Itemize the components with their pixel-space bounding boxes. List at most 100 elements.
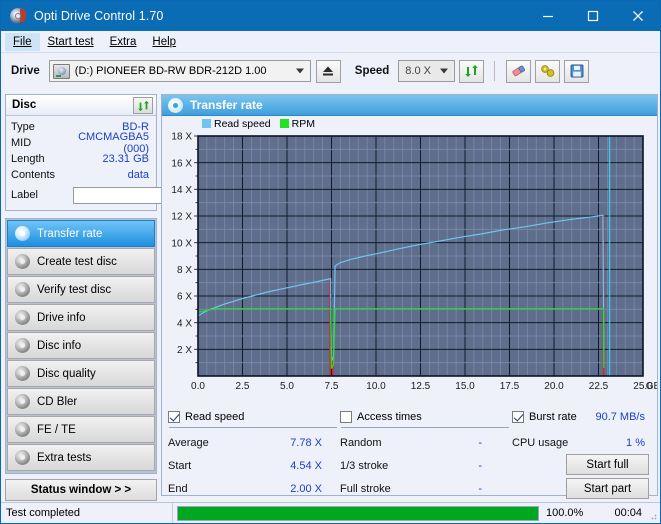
sidebar-item-transfer-rate[interactable]: Transfer rate	[7, 220, 155, 247]
sidebar-item-cd-bler[interactable]: CD Bler	[7, 388, 155, 415]
disc-icon	[15, 422, 30, 437]
progress-bar-fill	[178, 507, 538, 520]
sidebar-item-drive-info[interactable]: Drive info	[7, 304, 155, 331]
divider	[169, 427, 337, 428]
cpu-usage-value: 1 %	[626, 437, 649, 449]
window-title: Opti Drive Control 1.70	[34, 9, 163, 23]
x-tick-label: 17.5	[500, 381, 520, 392]
divider	[341, 427, 509, 428]
menu-help-label: Help	[152, 36, 176, 48]
sidebar-item-label: Verify test disc	[37, 284, 111, 296]
window-controls	[525, 1, 660, 31]
speed-label: Speed	[355, 65, 390, 77]
disc-mid-value: CMCMAGBA5 (000)	[73, 131, 151, 155]
sidebar-item-create-test-disc[interactable]: Create test disc	[7, 248, 155, 275]
disc-icon	[168, 98, 183, 113]
x-tick-label: 22.5	[589, 381, 609, 392]
sidebar-item-disc-quality[interactable]: Disc quality	[7, 360, 155, 387]
y-tick-label: 2 X	[177, 345, 192, 356]
menu-help[interactable]: Help	[144, 33, 184, 51]
title-bar: Opti Drive Control 1.70	[1, 1, 660, 31]
disc-mid-key: MID	[11, 137, 73, 149]
menu-extra[interactable]: Extra	[102, 33, 145, 51]
chevron-down-icon	[296, 69, 304, 74]
checkbox-icon[interactable]	[512, 411, 524, 423]
one-third-stroke-value: -	[478, 460, 512, 472]
disc-row-label: Label	[11, 184, 151, 206]
sidebar-nav: Transfer rate Create test disc Verify te…	[5, 218, 157, 474]
access-times-column: Access times Random - 1/3 stroke - Full …	[340, 408, 512, 502]
statistics-area: Read speed Average 7.78 X Start 4.54 X E…	[162, 408, 657, 502]
full-stroke-key: Full stroke	[340, 483, 478, 495]
refresh-button[interactable]	[459, 60, 484, 83]
status-window-wrap: Status window > >	[5, 479, 157, 501]
sidebar-item-fe-te[interactable]: FE / TE	[7, 416, 155, 443]
read-speed-check-label: Read speed	[185, 411, 244, 423]
drive-toolbar: Drive (D:) PIONEER BD-RW BDR-212D 1.00 S…	[1, 56, 660, 86]
eject-button[interactable]	[316, 60, 341, 83]
minimize-icon[interactable]	[525, 1, 570, 31]
average-value: 7.78 X	[290, 437, 340, 449]
start-part-button[interactable]: Start part	[566, 478, 649, 499]
menu-file[interactable]: File	[5, 33, 40, 51]
sidebar-item-extra-tests[interactable]: Extra tests	[7, 444, 155, 471]
x-tick-label: 10.0	[366, 381, 386, 392]
disc-length-key: Length	[11, 153, 73, 165]
chart-svg: 2 X4 X6 X8 X10 X12 X14 X16 X18 X0.02.55.…	[162, 130, 657, 408]
status-message: Test completed	[1, 503, 173, 524]
access-times-check-label: Access times	[357, 411, 422, 423]
disc-refresh-button[interactable]	[133, 97, 153, 114]
disc-row-mid: MID CMCMAGBA5 (000)	[11, 135, 151, 151]
disc-panel: Disc Type BD-R MID CMCMAGBA5 (000)	[5, 94, 157, 211]
sidebar-item-disc-info[interactable]: Disc info	[7, 332, 155, 359]
disc-length-value: 23.31 GB	[73, 153, 151, 165]
disc-icon	[15, 226, 30, 241]
read-speed-checkbox-row[interactable]: Read speed	[168, 408, 340, 425]
save-button[interactable]	[564, 60, 589, 83]
legend-label: Read speed	[214, 118, 271, 130]
disc-contents-key: Contents	[11, 169, 73, 181]
close-icon[interactable]	[615, 1, 660, 31]
transfer-rate-panel: Transfer rate Read speed RPM 2 X4 X6 X8 …	[161, 94, 658, 496]
y-tick-label: 10 X	[171, 238, 192, 249]
speed-select[interactable]: 8.0 X	[398, 60, 455, 82]
burst-rate-checkbox-row[interactable]: Burst rate 90.7 MB/s	[512, 408, 649, 425]
legend-label: RPM	[292, 118, 315, 130]
stat-row-average: Average 7.78 X	[168, 431, 340, 454]
application-window: Opti Drive Control 1.70 File Start test …	[0, 0, 661, 524]
status-window-button[interactable]: Status window > >	[5, 479, 157, 501]
legend-read-speed: Read speed	[202, 118, 271, 130]
disc-icon	[15, 282, 30, 297]
sidebar-item-label: Drive info	[37, 312, 86, 324]
checkbox-icon[interactable]	[168, 411, 180, 423]
y-tick-label: 14 X	[171, 185, 192, 196]
erase-button[interactable]	[506, 60, 531, 83]
sidebar-item-verify-test-disc[interactable]: Verify test disc	[7, 276, 155, 303]
drive-select[interactable]: (D:) PIONEER BD-RW BDR-212D 1.00	[49, 60, 311, 82]
drive-label: Drive	[11, 65, 40, 77]
random-value: -	[478, 437, 512, 449]
access-times-checkbox-row[interactable]: Access times	[340, 408, 512, 425]
plugin-button[interactable]	[535, 60, 560, 83]
progress-bar	[177, 506, 539, 521]
stat-row-full-stroke: Full stroke -	[340, 477, 512, 500]
chart-legend: Read speed RPM	[162, 117, 657, 130]
y-tick-label: 6 X	[177, 292, 192, 303]
menu-file-label: File	[13, 36, 32, 48]
disc-panel-title: Disc	[12, 99, 36, 111]
drive-select-value: (D:) PIONEER BD-RW BDR-212D 1.00	[75, 65, 267, 77]
burst-rate-check-label: Burst rate	[529, 411, 577, 423]
start-value: 4.54 X	[290, 460, 340, 472]
x-tick-label: 0.0	[191, 381, 205, 392]
sidebar-item-label: Extra tests	[37, 452, 91, 464]
burst-rate-column: Burst rate 90.7 MB/s CPU usage 1 % Start…	[512, 408, 649, 502]
menu-start-test[interactable]: Start test	[40, 33, 102, 51]
start-full-button[interactable]: Start full	[566, 454, 649, 475]
checkbox-icon[interactable]	[340, 411, 352, 423]
legend-rpm: RPM	[280, 118, 315, 130]
disc-icon	[15, 394, 30, 409]
disc-icon	[15, 366, 30, 381]
maximize-icon[interactable]	[570, 1, 615, 31]
x-tick-label: 15.0	[455, 381, 475, 392]
resize-grip-icon[interactable]	[647, 510, 657, 520]
